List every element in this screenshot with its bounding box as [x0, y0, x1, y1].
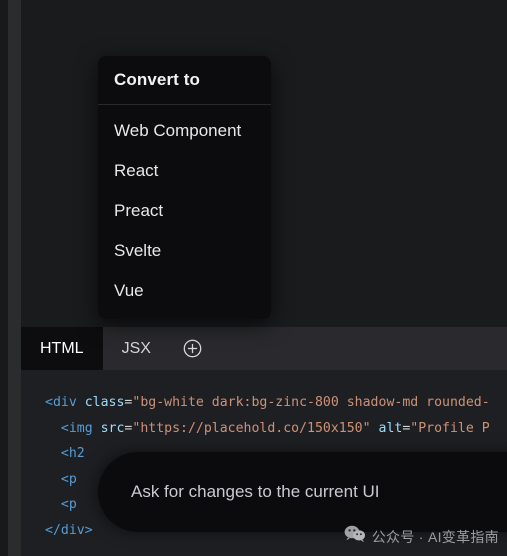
dropdown-item-preact[interactable]: Preact: [98, 191, 271, 231]
code-token: <p: [45, 497, 77, 512]
code-token: <img: [45, 420, 93, 436]
dropdown-item-label: Web Component: [114, 121, 242, 140]
window-left-gutter: [0, 0, 8, 556]
watermark-text: 公众号 · AI变革指南: [371, 528, 499, 545]
code-line: <div class="bg-white dark:bg-zinc-800 sh…: [21, 390, 507, 416]
editor-tab-bar: HTML JSX: [21, 327, 507, 370]
dropdown-title: Convert to: [98, 56, 271, 105]
add-tab-button[interactable]: [170, 327, 216, 370]
dropdown-item-label: Svelte: [114, 241, 162, 260]
code-token: <p: [45, 471, 77, 487]
dropdown-item-label: Preact: [114, 201, 164, 220]
ask-for-changes-placeholder: Ask for changes to the current UI: [131, 482, 380, 501]
code-token: <h2: [45, 446, 85, 461]
wechat-icon: [344, 525, 366, 548]
code-token: alt: [378, 420, 403, 436]
code-token: "bg-white dark:bg-zinc-800 shadow-md rou…: [132, 395, 490, 410]
code-token: "https://placehold.co/150x150": [132, 420, 371, 436]
ask-for-changes-bar[interactable]: Ask for changes to the current UI: [98, 452, 507, 532]
dropdown-item-svelte[interactable]: Svelte: [98, 231, 271, 271]
tab-label: JSX: [121, 339, 151, 357]
app-window: Convert to Web Component React Preact Sv…: [0, 0, 507, 556]
code-token: </div>: [45, 522, 93, 538]
dropdown-item-vue[interactable]: Vue: [98, 271, 271, 311]
code-line: <img src="https://placehold.co/150x150" …: [21, 416, 507, 442]
dropdown-item-label: Vue: [114, 281, 144, 300]
dropdown-item-react[interactable]: React: [98, 151, 271, 191]
code-token: <div: [45, 395, 77, 410]
watermark: 公众号 · AI变革指南: [344, 525, 499, 548]
code-token: src: [100, 420, 125, 436]
dropdown-item-label: React: [114, 161, 159, 180]
code-token: class: [84, 395, 125, 410]
tab-label: HTML: [40, 339, 84, 357]
code-token: "Profile P: [410, 420, 490, 436]
tab-jsx[interactable]: JSX: [103, 327, 170, 370]
plus-circle-icon: [183, 339, 202, 358]
convert-to-dropdown: Convert to Web Component React Preact Sv…: [98, 56, 271, 319]
dropdown-item-list: Web Component React Preact Svelte Vue: [98, 105, 271, 319]
dropdown-item-web-component[interactable]: Web Component: [98, 111, 271, 151]
tab-html[interactable]: HTML: [21, 327, 103, 370]
left-sidebar-rail[interactable]: [8, 0, 21, 556]
